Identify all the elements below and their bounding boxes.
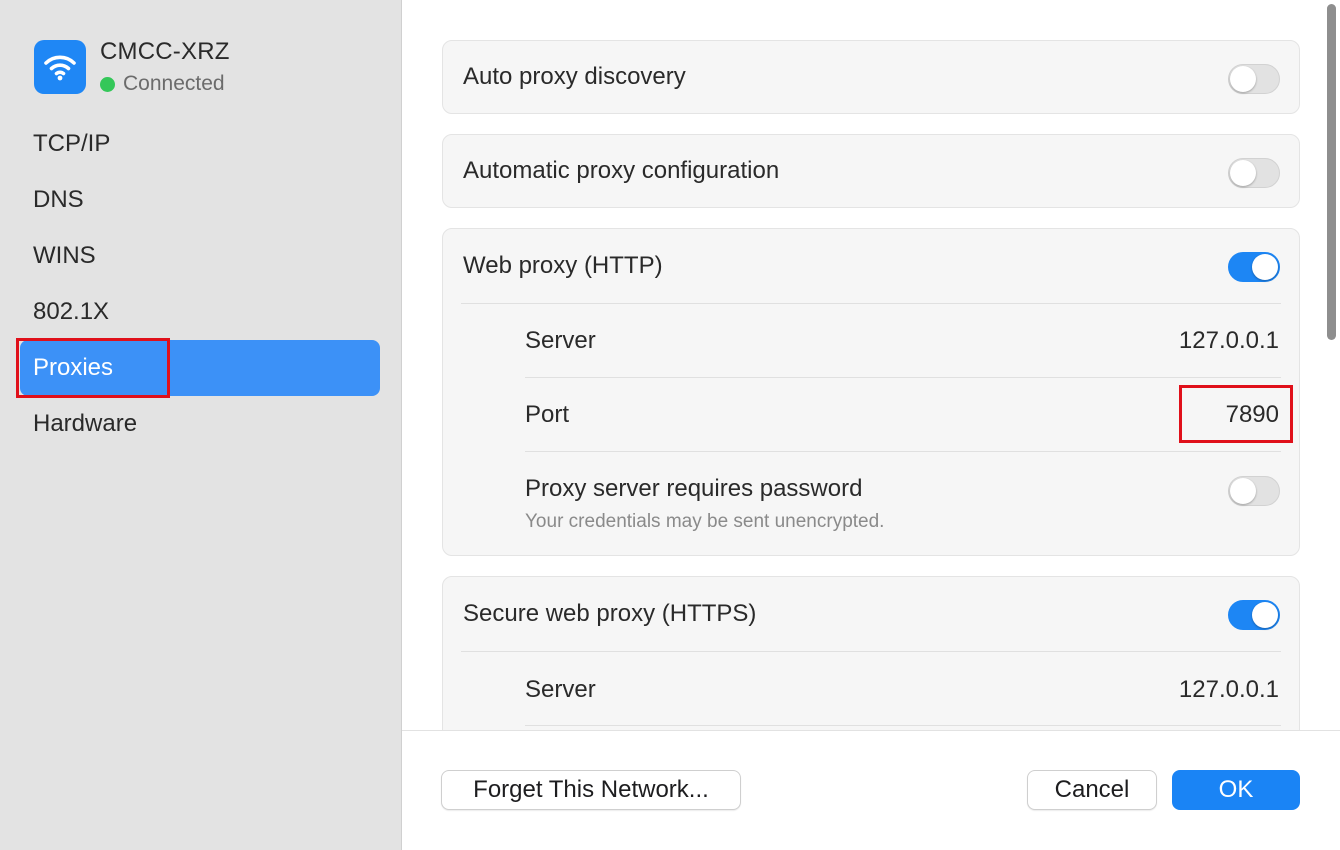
- http-port-label: Port: [525, 401, 570, 428]
- cancel-button[interactable]: Cancel: [1027, 770, 1157, 810]
- http-server-label: Server: [525, 327, 596, 354]
- automatic-proxy-configuration-row: Automatic proxy configuration: [442, 134, 1300, 208]
- sidebar-item-8021x[interactable]: 802.1X: [20, 284, 380, 340]
- forget-network-button[interactable]: Forget This Network...: [441, 770, 741, 810]
- web-proxy-http-card: Web proxy (HTTP) Server 127.0.0.1 Port 7…: [442, 228, 1300, 556]
- network-header: CMCC-XRZ Connected: [34, 38, 230, 96]
- sidebar-item-proxies[interactable]: Proxies: [16, 338, 380, 398]
- network-name: CMCC-XRZ: [100, 38, 230, 65]
- sidebar-item-wins[interactable]: WINS: [20, 228, 380, 284]
- auto-proxy-discovery-row: Auto proxy discovery: [442, 40, 1300, 114]
- proxies-panel: Auto proxy discovery Automatic proxy con…: [402, 0, 1340, 730]
- ok-button[interactable]: OK: [1172, 770, 1300, 810]
- automatic-proxy-configuration-label: Automatic proxy configuration: [463, 157, 780, 184]
- proxy-password-label: Proxy server requires password: [525, 475, 863, 502]
- annotation-highlight-box: [16, 338, 170, 398]
- scrollbar[interactable]: [1324, 4, 1338, 340]
- divider: [461, 651, 1281, 652]
- divider: [525, 725, 1281, 726]
- sidebar-item-tcpip[interactable]: TCP/IP: [20, 116, 380, 172]
- sidebar-nav: TCP/IP DNS WINS 802.1X Proxies Hardware: [16, 116, 380, 452]
- divider: [525, 377, 1281, 378]
- web-proxy-http-label: Web proxy (HTTP): [463, 252, 663, 279]
- sidebar-item-hardware[interactable]: Hardware: [20, 396, 380, 452]
- secure-web-proxy-https-card: Secure web proxy (HTTPS) Server 127.0.0.…: [442, 576, 1300, 730]
- divider: [461, 303, 1281, 304]
- sidebar: CMCC-XRZ Connected TCP/IP DNS WINS 802.1…: [0, 0, 402, 850]
- dialog-footer: Forget This Network... Cancel OK: [402, 730, 1340, 850]
- https-server-field[interactable]: 127.0.0.1: [979, 676, 1279, 704]
- wifi-icon: [34, 40, 86, 94]
- http-server-field[interactable]: 127.0.0.1: [979, 327, 1279, 355]
- proxy-password-toggle[interactable]: [1228, 476, 1280, 506]
- proxy-password-note: Your credentials may be sent unencrypted…: [525, 511, 885, 532]
- connected-status-icon: [100, 76, 115, 92]
- secure-web-proxy-https-label: Secure web proxy (HTTPS): [463, 600, 757, 627]
- sidebar-item-dns[interactable]: DNS: [20, 172, 380, 228]
- web-proxy-http-toggle[interactable]: [1228, 252, 1280, 282]
- annotation-highlight-box: [1179, 385, 1293, 443]
- automatic-proxy-configuration-toggle[interactable]: [1228, 158, 1280, 188]
- divider: [525, 451, 1281, 452]
- network-status: Connected: [123, 72, 225, 95]
- auto-proxy-discovery-label: Auto proxy discovery: [463, 63, 686, 90]
- auto-proxy-discovery-toggle[interactable]: [1228, 64, 1280, 94]
- secure-web-proxy-https-toggle[interactable]: [1228, 600, 1280, 630]
- scrollbar-thumb[interactable]: [1327, 4, 1336, 340]
- https-server-label: Server: [525, 676, 596, 703]
